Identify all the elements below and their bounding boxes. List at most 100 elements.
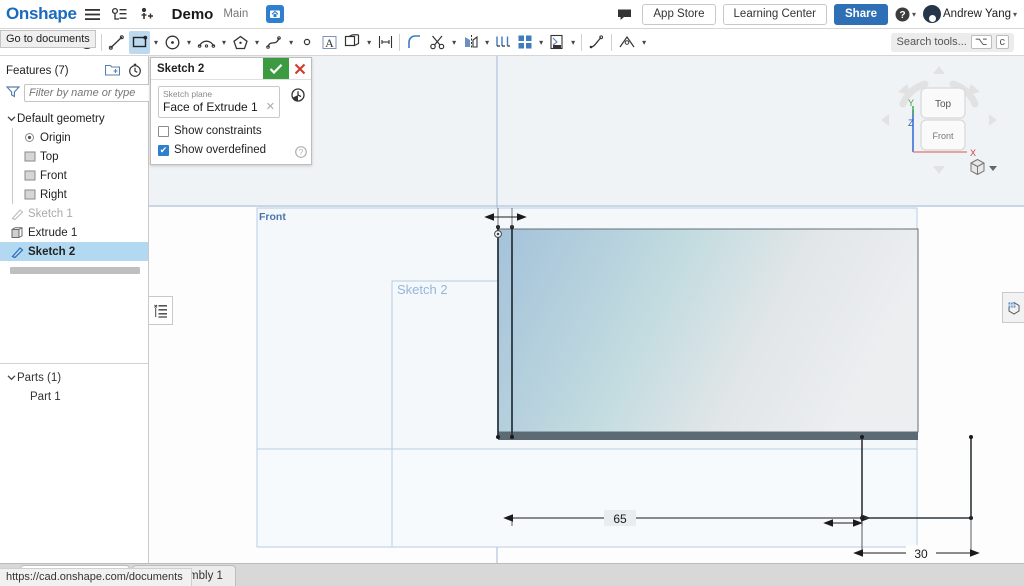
construction-caret-icon[interactable]: ▾ [639, 38, 649, 47]
sketch-plane-value: Face of Extrude 1 [163, 99, 275, 114]
tree-item-label: Right [40, 189, 67, 201]
trim-tool-icon[interactable] [427, 31, 448, 54]
branch-badge-icon[interactable] [266, 5, 284, 23]
version-graph-icon[interactable] [109, 3, 131, 25]
comment-icon[interactable] [613, 3, 635, 25]
constraint-tool-icon[interactable] [586, 31, 607, 54]
construction-tool-icon[interactable] [616, 31, 638, 54]
history-clock-icon[interactable] [291, 88, 305, 105]
svg-text:?: ? [299, 148, 304, 157]
offset-tool-icon[interactable] [342, 31, 363, 54]
dimension-label-65[interactable]: 65 [613, 512, 627, 526]
display-panel-icon[interactable] [1002, 292, 1024, 323]
arc-tool-caret-icon[interactable]: ▾ [219, 38, 229, 47]
dimension-tool-icon[interactable] [375, 31, 395, 54]
axis-y-label: Y [908, 98, 914, 108]
search-shortcut-alt: ⌥ [971, 35, 992, 49]
dimension-label-30[interactable]: 30 [914, 547, 928, 561]
filter-icon[interactable] [6, 85, 20, 101]
import-caret-icon[interactable]: ▾ [568, 38, 578, 47]
sketch-point[interactable] [860, 435, 864, 439]
spline-tool-icon[interactable] [263, 31, 285, 54]
point-tool-icon[interactable] [297, 31, 317, 54]
feature-list-toggle-icon[interactable] [149, 296, 173, 325]
onshape-app-window: Onshape Demo [0, 0, 1024, 586]
tree-item-label: Origin [40, 132, 71, 144]
search-tools-placeholder: Search tools... [896, 36, 966, 48]
tree-item-sketch-2[interactable]: Sketch 2 [0, 242, 148, 261]
tree-item-right-plane[interactable]: Right [0, 185, 148, 204]
tree-item-label: Front [40, 170, 67, 182]
polygon-tool-caret-icon[interactable]: ▾ [252, 38, 262, 47]
sketch-point[interactable] [496, 435, 500, 439]
sketch-plane-field[interactable]: Sketch plane Face of Extrude 1 ✕ [158, 86, 280, 118]
rectangle-tool-icon[interactable] [129, 31, 150, 54]
linear-pattern-icon[interactable] [515, 31, 535, 54]
user-caret-icon: ▾ [1013, 10, 1017, 19]
show-constraints-label: Show constraints [174, 125, 262, 137]
help-question-icon[interactable]: ? [295, 146, 307, 161]
user-name-label: Andrew Yang [943, 8, 1011, 20]
tree-item-front-plane[interactable]: Front [0, 166, 148, 185]
tree-item-top-plane[interactable]: Top [0, 147, 148, 166]
checkmark-icon[interactable] [263, 58, 289, 79]
parts-header[interactable]: Parts (1) [0, 368, 148, 387]
line-tool-icon[interactable] [106, 31, 127, 54]
close-x-icon[interactable] [289, 58, 311, 79]
clear-x-icon[interactable]: ✕ [266, 100, 275, 113]
plane-icon [22, 170, 37, 181]
learning-center-button[interactable]: Learning Center [723, 4, 827, 25]
chevron-down-icon[interactable] [5, 114, 17, 123]
tree-item-default-geometry[interactable]: Default geometry [0, 109, 148, 128]
view-up-arrow-icon [933, 66, 945, 74]
sketch-icon [10, 246, 25, 258]
chevron-down-icon[interactable] [5, 373, 17, 382]
rollback-history-icon[interactable] [128, 63, 142, 80]
sketch-dialog[interactable]: Sketch 2 Sketch plane Face of Extrud [150, 57, 312, 165]
parts-item-part-1[interactable]: Part 1 [0, 387, 148, 406]
new-folder-icon[interactable] [105, 63, 120, 79]
help-menu[interactable]: ? ▾ [895, 7, 916, 22]
use-project-icon[interactable] [493, 31, 513, 54]
rollback-bar[interactable] [10, 267, 140, 274]
sketch-point[interactable] [510, 435, 514, 439]
hamburger-menu-icon[interactable] [82, 3, 104, 25]
onshape-logo[interactable]: Onshape [6, 4, 77, 24]
fillet-tool-icon[interactable] [404, 31, 425, 54]
view-cube[interactable]: Top Front Y Z X [879, 62, 999, 180]
document-title[interactable]: Demo [172, 6, 214, 23]
show-constraints-checkbox[interactable]: Show constraints [158, 125, 304, 137]
tree-item-extrude-1[interactable]: Extrude 1 [0, 223, 148, 242]
user-menu[interactable]: Andrew Yang ▾ [923, 5, 1017, 23]
share-button[interactable]: Share [834, 4, 888, 25]
pattern-tool-caret-icon[interactable]: ▾ [536, 38, 546, 47]
part-body-face[interactable] [498, 229, 918, 432]
go-to-documents-tooltip: Go to documents [0, 30, 96, 48]
mirror-tool-icon[interactable] [460, 31, 481, 54]
circle-tool-caret-icon[interactable]: ▾ [184, 38, 194, 47]
view-cube-front-label: Front [932, 131, 954, 141]
show-overdefined-checkbox[interactable]: ✔ Show overdefined [158, 144, 304, 156]
import-dxf-icon[interactable] [547, 31, 567, 54]
tree-item-sketch-1[interactable]: Sketch 1 [0, 204, 148, 223]
arc-tool-icon[interactable] [195, 31, 218, 54]
spline-tool-caret-icon[interactable]: ▾ [286, 38, 296, 47]
features-title: Features (7) [6, 65, 69, 77]
sketch-toolbar: ▾ ▾ ▾ ▾ [0, 29, 1024, 56]
search-tools-input[interactable]: Search tools... ⌥ c [891, 33, 1014, 52]
app-store-button[interactable]: App Store [642, 4, 715, 25]
circle-tool-icon[interactable] [162, 31, 183, 54]
tree-item-origin[interactable]: Origin [0, 128, 148, 147]
rectangle-tool-caret-icon[interactable]: ▾ [151, 38, 161, 47]
mirror-tool-caret-icon[interactable]: ▾ [482, 38, 492, 47]
text-tool-icon[interactable]: A [319, 31, 340, 54]
trim-tool-caret-icon[interactable]: ▾ [449, 38, 459, 47]
sketch-point[interactable] [969, 435, 973, 439]
parts-title: Parts (1) [17, 372, 61, 384]
help-caret-icon: ▾ [912, 10, 916, 19]
polygon-tool-icon[interactable] [230, 31, 251, 54]
offset-tool-caret-icon[interactable]: ▾ [364, 38, 374, 47]
front-plane-rect-lower[interactable] [257, 449, 917, 547]
part-bottom-edge [498, 432, 918, 440]
add-collaborator-icon[interactable] [136, 3, 158, 25]
